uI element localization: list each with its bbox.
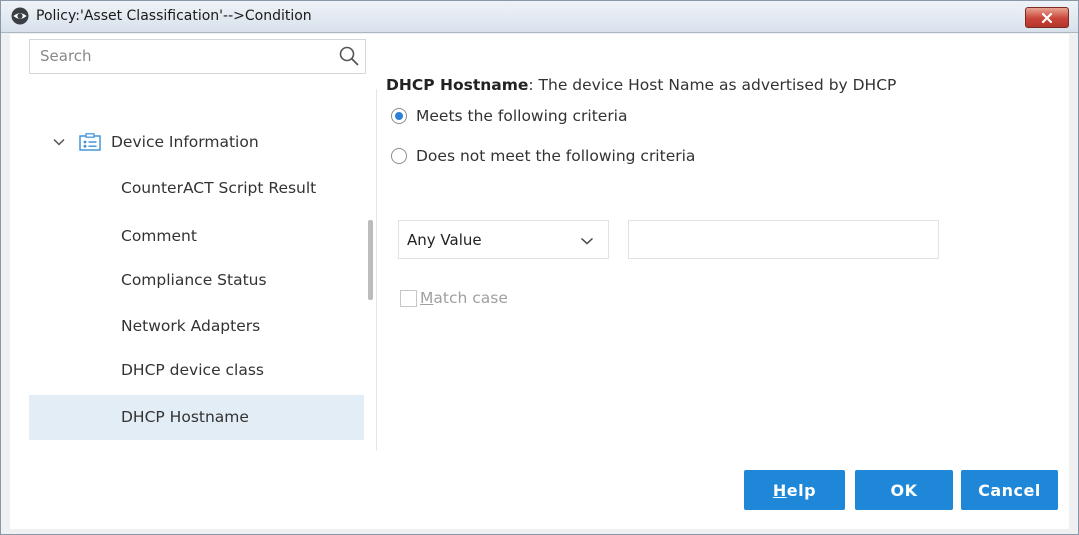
operator-select[interactable]: Any Value: [398, 220, 609, 259]
help-mnemonic: H: [772, 480, 787, 500]
tree-group-label: Device Information: [111, 133, 259, 151]
match-case-checkbox[interactable]: [400, 289, 417, 307]
property-description: DHCP Hostname: The device Host Name as a…: [386, 76, 896, 94]
match-case-label-rest: atch case: [433, 289, 508, 307]
match-case-mnemonic: M: [420, 289, 434, 307]
tree-group-device-information[interactable]: Device Information: [41, 126, 361, 158]
radio-does-not-meet-criteria[interactable]: Does not meet the following criteria: [391, 145, 695, 167]
close-button[interactable]: [1025, 7, 1069, 28]
cancel-button[interactable]: Cancel: [961, 470, 1058, 510]
help-button[interactable]: Help: [744, 470, 845, 510]
title-bar[interactable]: Policy:'Asset Classification'-->Conditio…: [1, 1, 1078, 33]
radio-meets-criteria[interactable]: Meets the following criteria: [391, 105, 628, 127]
search-icon[interactable]: [338, 45, 360, 67]
dialog-window: Policy:'Asset Classification'-->Conditio…: [0, 0, 1079, 535]
match-case-label: Match case: [420, 289, 508, 307]
tree-item-dhcp-hostname[interactable]: DHCP Hostname: [29, 395, 364, 440]
eye-logo-icon: [11, 7, 29, 25]
property-description-text: : The device Host Name as advertised by …: [528, 76, 897, 94]
operator-select-value: Any Value: [407, 231, 482, 249]
window-title: Policy:'Asset Classification'-->Conditio…: [36, 8, 312, 24]
tree-item-network-adapters[interactable]: Network Adapters: [29, 304, 364, 349]
tree-scrollbar[interactable]: [368, 220, 373, 300]
tree-item-dhcp-device-class[interactable]: DHCP device class: [29, 348, 364, 393]
close-icon: [1042, 12, 1052, 23]
property-name: DHCP Hostname: [386, 76, 529, 94]
value-input[interactable]: [628, 220, 939, 259]
tree-item-compliance-status[interactable]: Compliance Status: [29, 258, 364, 303]
radio-button-unchecked[interactable]: [391, 148, 407, 164]
radio-button-checked[interactable]: [391, 108, 407, 124]
search-box: [29, 39, 366, 74]
panel-divider: [376, 89, 377, 451]
tree-item-comment[interactable]: Comment: [29, 214, 364, 259]
help-label-rest: elp: [786, 480, 817, 500]
radio-meets-label: Meets the following criteria: [416, 107, 628, 125]
chevron-down-icon: [580, 237, 594, 245]
chevron-down-icon[interactable]: [51, 134, 67, 150]
ok-button[interactable]: OK: [855, 470, 953, 510]
radio-not-meets-label: Does not meet the following criteria: [416, 147, 696, 165]
tree-item-counteract-script-result[interactable]: CounterACT Script Result: [29, 166, 364, 211]
search-input[interactable]: [30, 40, 330, 71]
device-info-icon: [79, 133, 101, 151]
match-case-option[interactable]: Match case: [400, 288, 508, 308]
